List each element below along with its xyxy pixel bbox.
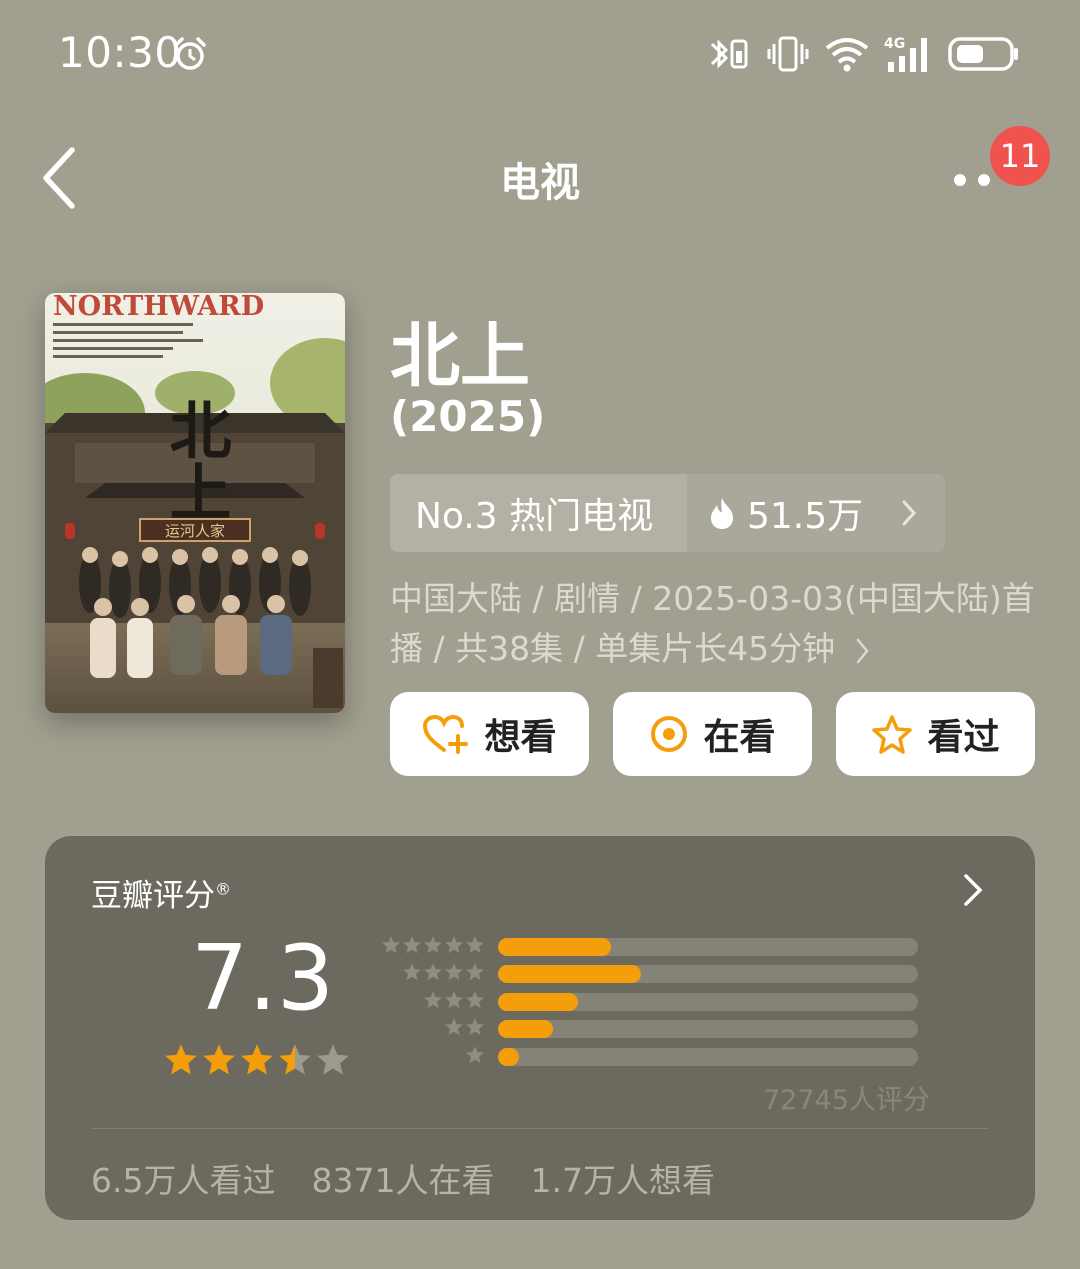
watched-count: 6.5万人看过 bbox=[91, 1161, 276, 1200]
bar-stars bbox=[381, 935, 485, 955]
bar-stars bbox=[423, 990, 485, 1010]
registered-mark: ® bbox=[215, 879, 231, 899]
bar-stars bbox=[465, 1045, 485, 1065]
heart-plus-icon bbox=[423, 714, 469, 754]
action-buttons: 想看 在看 看过 bbox=[390, 692, 1035, 776]
watching-count: 8371人在看 bbox=[311, 1161, 495, 1200]
alarm-icon bbox=[174, 37, 206, 70]
bar-track bbox=[498, 965, 918, 984]
bar-stars bbox=[444, 1017, 485, 1037]
bar-fill bbox=[498, 938, 612, 956]
chevron-right-icon bbox=[902, 500, 917, 526]
target-circle-icon bbox=[651, 716, 688, 752]
status-time: 10:30 bbox=[58, 28, 182, 77]
rating-distribution bbox=[375, 934, 920, 1071]
rating-stars bbox=[163, 1042, 351, 1078]
rating-star bbox=[279, 1044, 311, 1075]
rating-count: 72745人评分 bbox=[763, 1085, 930, 1116]
rank-label: No.3 热门电视 bbox=[415, 496, 654, 537]
nav-bar: 电视 bbox=[0, 120, 1080, 230]
bluetooth-icon bbox=[710, 39, 748, 69]
divider bbox=[91, 1128, 989, 1129]
wifi-icon bbox=[825, 38, 869, 72]
hot-value: 51.5万 bbox=[747, 496, 864, 537]
small-star-icon bbox=[445, 936, 463, 954]
rating-star bbox=[241, 1044, 273, 1075]
small-star-icon bbox=[466, 963, 484, 981]
small-star-icon bbox=[445, 963, 463, 981]
want-count: 1.7万人想看 bbox=[530, 1161, 715, 1200]
poster-sign-text: 运河人家 bbox=[165, 522, 225, 540]
notification-badge: 11 bbox=[990, 126, 1050, 186]
bar-fill bbox=[498, 965, 641, 984]
watched-label: 看过 bbox=[927, 717, 1000, 758]
bar-track bbox=[498, 1020, 918, 1039]
poster-header-text: NORTHWARD bbox=[53, 293, 264, 322]
bar-track bbox=[498, 1047, 918, 1066]
small-star-icon bbox=[424, 991, 442, 1008]
svg-text:4G: 4G bbox=[884, 36, 905, 52]
bar-track bbox=[498, 938, 918, 956]
vibrate-icon bbox=[767, 36, 809, 72]
bar-track bbox=[498, 992, 918, 1011]
bar-stars bbox=[402, 962, 485, 982]
watching-button[interactable]: 在看 bbox=[613, 692, 812, 776]
status-bar: 10:30 4G bbox=[0, 0, 1080, 110]
page-title: 电视 bbox=[500, 160, 580, 206]
rating-bar-row bbox=[375, 934, 920, 961]
rating-bar-row bbox=[375, 989, 920, 1016]
small-star-icon bbox=[424, 963, 442, 981]
small-star-icon bbox=[445, 991, 463, 1008]
show-meta[interactable]: 中国大陆 / 剧情 / 2025-03-03(中国大陆)首播 / 共38集 / … bbox=[390, 574, 1040, 674]
rank-bar[interactable]: No.3 热门电视 51.5万 bbox=[390, 474, 945, 552]
watch-stats: 6.5万人看过 8371人在看 1.7万人想看 bbox=[91, 1154, 715, 1202]
small-star-icon bbox=[466, 1045, 484, 1063]
show-title: 北上 bbox=[390, 315, 530, 397]
rating-card[interactable]: 豆瓣评分® 7.3 72745人评分 6.5万人看过 8371人在看 1.7万人… bbox=[45, 836, 1035, 1220]
small-star-icon bbox=[382, 936, 400, 954]
hot-index[interactable]: 51.5万 bbox=[687, 474, 945, 552]
poster-image[interactable]: 运河人家 NORTHWARD 北上 bbox=[45, 293, 345, 713]
bar-fill bbox=[498, 992, 578, 1011]
bar-fill bbox=[498, 1020, 553, 1039]
signal-4g-icon: 4G bbox=[884, 36, 927, 72]
fire-icon bbox=[711, 498, 733, 529]
watching-label: 在看 bbox=[703, 717, 776, 758]
poster-art: 运河人家 NORTHWARD 北上 bbox=[45, 293, 345, 713]
rating-score: 7.3 bbox=[191, 926, 335, 1031]
rating-bar-row bbox=[375, 961, 920, 988]
small-star-icon bbox=[466, 1018, 484, 1036]
chevron-right-icon[interactable] bbox=[961, 872, 985, 908]
bar-fill bbox=[498, 1047, 519, 1066]
small-star-icon bbox=[466, 991, 484, 1008]
watched-button[interactable]: 看过 bbox=[836, 692, 1035, 776]
battery-icon bbox=[948, 37, 1018, 71]
status-icons: 4G bbox=[706, 34, 1020, 74]
want-to-watch-button[interactable]: 想看 bbox=[390, 692, 589, 776]
show-year: (2025) bbox=[390, 392, 546, 441]
star-outline-icon bbox=[872, 715, 913, 754]
chevron-right-icon bbox=[856, 638, 869, 663]
rating-star bbox=[317, 1044, 349, 1075]
small-star-icon bbox=[466, 936, 484, 954]
small-star-icon bbox=[424, 936, 442, 954]
rating-bar-row bbox=[375, 1016, 920, 1043]
rating-star bbox=[165, 1044, 197, 1075]
rating-title: 豆瓣评分® bbox=[91, 878, 231, 914]
small-star-icon bbox=[403, 936, 421, 954]
want-to-watch-label: 想看 bbox=[484, 717, 557, 758]
meta-text: 中国大陆 / 剧情 / 2025-03-03(中国大陆)首播 / 共38集 / … bbox=[390, 579, 1035, 668]
rating-star bbox=[203, 1044, 235, 1075]
rating-bar-row bbox=[375, 1044, 920, 1071]
small-star-icon bbox=[445, 1018, 463, 1036]
poster-calligraphy: 北上 bbox=[159, 398, 232, 522]
small-star-icon bbox=[403, 963, 421, 981]
